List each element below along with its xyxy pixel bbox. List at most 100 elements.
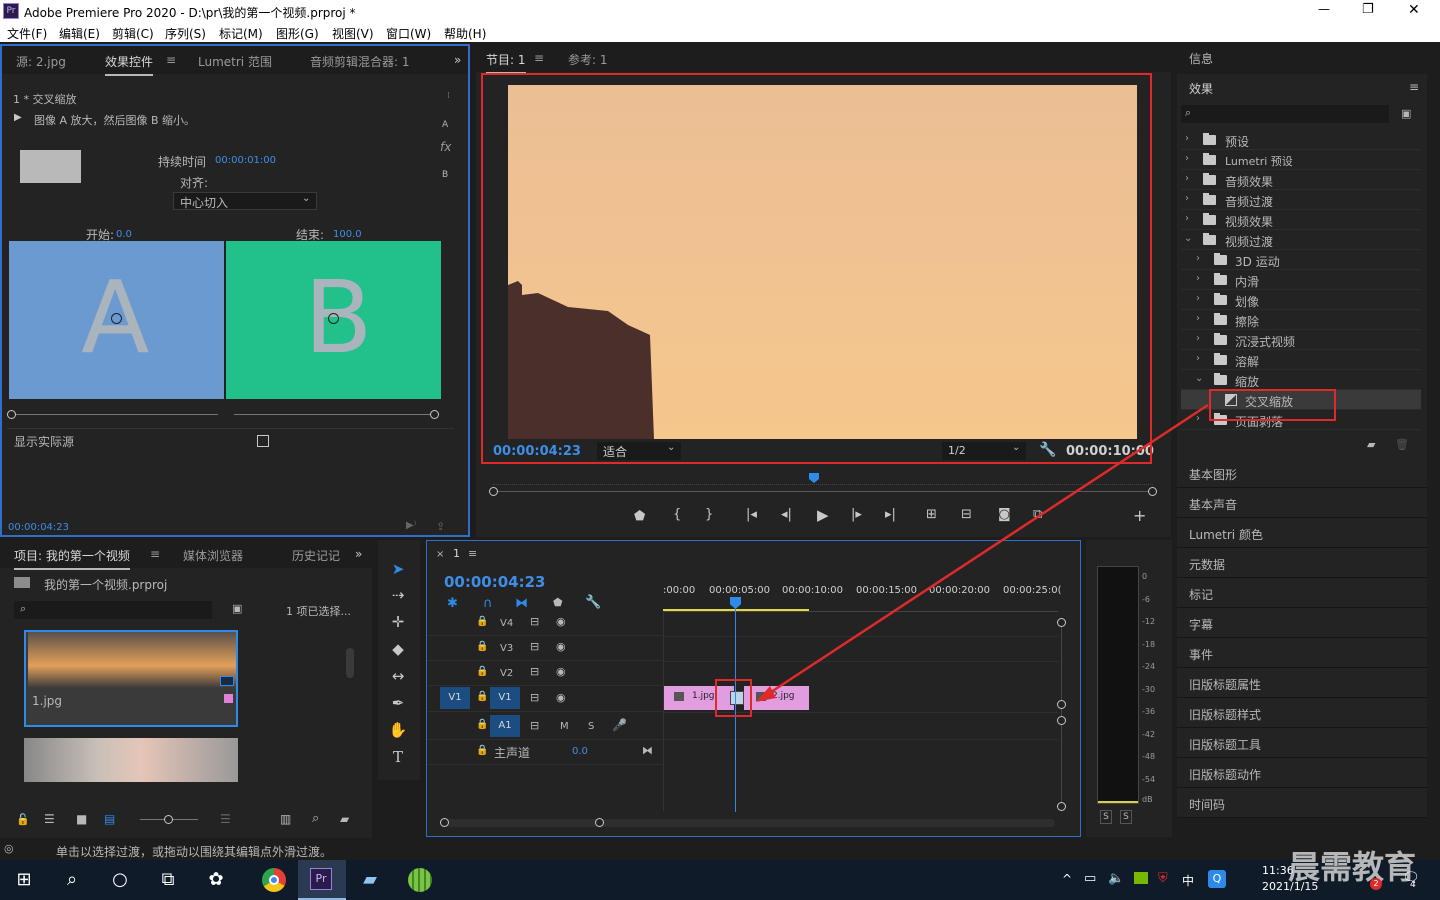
clip-thumbnail-2[interactable] (24, 738, 238, 782)
track-target-a1[interactable]: A1 (490, 715, 520, 737)
more-panels-icon[interactable]: » (355, 547, 362, 561)
effect-controls-timecode[interactable]: 00:00:04:23 (8, 522, 69, 533)
lock-track-icon[interactable]: 🔒 (476, 719, 488, 730)
solo-left[interactable]: S (1100, 810, 1112, 824)
clip-2[interactable]: 2.jpg (744, 686, 809, 710)
mark-in-icon[interactable]: { (673, 507, 681, 522)
menu-clip[interactable]: 剪辑(C) (112, 25, 154, 42)
export-frame-icon[interactable]: ◙ (998, 507, 1011, 522)
sync-lock-icon[interactable]: ⊟ (530, 691, 539, 704)
project-search-input[interactable]: ⌕ (14, 601, 212, 619)
tree-item-lumetri-presets[interactable]: › Lumetri 预设 (1181, 150, 1421, 170)
tab-effect-controls[interactable]: 效果控件 (105, 53, 154, 76)
qq-icon[interactable]: Q (1208, 870, 1226, 888)
panel-legacy-title-styles[interactable]: 旧版标题样式 (1177, 698, 1427, 728)
tab-project[interactable]: 项目: 我的第一个视频 (14, 547, 130, 570)
panel-captions[interactable]: 字幕 (1177, 608, 1427, 638)
start-slider[interactable] (7, 410, 218, 419)
panel-essential-graphics[interactable]: 基本图形 (1177, 458, 1427, 488)
automate-icon[interactable]: ▥ (280, 812, 291, 826)
source-patch-v1[interactable]: V1 (440, 687, 470, 709)
icon-view-icon[interactable]: ■ (76, 812, 87, 826)
razor-tool-icon[interactable]: ◆ (386, 637, 410, 661)
premiere-taskbar-icon[interactable]: Pr (298, 860, 346, 900)
panel-lumetri-color[interactable]: Lumetri 颜色 (1177, 518, 1427, 548)
tab-history[interactable]: 历史记记 (292, 547, 340, 564)
panel-events[interactable]: 事件 (1177, 638, 1427, 668)
program-scrub-bar[interactable] (489, 487, 1157, 496)
track-header-a1[interactable]: 🔒 A1 ⊟ M S 🎤 (428, 714, 662, 740)
ime-indicator[interactable]: 中 (1182, 872, 1194, 889)
end-slider[interactable] (234, 410, 439, 419)
cortana-icon[interactable]: ○ (108, 868, 132, 892)
step-forward-icon[interactable]: |▸ (851, 507, 862, 522)
preview-b[interactable]: B (226, 241, 441, 399)
timeline-menu-icon[interactable]: ≡ (468, 547, 477, 560)
new-custom-bin-icon[interactable]: ▰ (1367, 438, 1375, 451)
pen-tool-icon[interactable]: ✒ (386, 691, 410, 715)
eye-icon[interactable]: ◉ (556, 640, 566, 653)
extract-icon[interactable]: ⊟ (961, 507, 972, 522)
ripple-edit-tool-icon[interactable]: ✛ (386, 610, 410, 634)
sync-lock-icon[interactable]: ⊟ (530, 719, 539, 732)
sync-lock-icon[interactable]: ⊟ (530, 665, 539, 678)
export-icon[interactable]: ⇪ (436, 520, 445, 533)
eye-icon[interactable]: ◉ (556, 665, 566, 678)
tab-audio-clip-mixer[interactable]: 音频剪辑混合器: 1 (310, 53, 410, 70)
lift-icon[interactable]: ⊞ (926, 507, 937, 522)
security-icon[interactable]: ⛨ (1158, 871, 1168, 886)
linked-selection-icon[interactable]: ⧓ (515, 596, 528, 611)
more-panels-icon[interactable]: » (454, 53, 461, 67)
timeline-close-icon[interactable]: × (436, 549, 444, 560)
zoom-slider[interactable] (140, 815, 198, 824)
solo-button[interactable]: S (588, 721, 594, 732)
sync-lock-icon[interactable]: ⊟ (530, 615, 539, 628)
clip-thumbnail-1[interactable]: 1.jpg (24, 630, 238, 727)
track-select-tool-icon[interactable]: ⇢ (386, 583, 410, 607)
lock-icon[interactable]: 🔓 (16, 813, 30, 826)
panel-markers[interactable]: 标记 (1177, 578, 1427, 608)
type-tool-icon[interactable]: T (386, 745, 410, 769)
task-view-icon[interactable]: ⧉ (156, 868, 180, 892)
menu-graphics[interactable]: 图形(G) (276, 25, 319, 42)
lock-track-icon[interactable]: 🔒 (476, 691, 488, 702)
align-select[interactable]: 中心切入 ⌄ (173, 192, 317, 210)
accelerated-effects-icon[interactable]: ▣ (1401, 107, 1411, 120)
go-to-in-icon[interactable]: |◂ (746, 507, 757, 522)
vscroll-handle[interactable] (1057, 716, 1066, 725)
tree-item-dissolve[interactable]: › 溶解 (1181, 350, 1421, 370)
timeline-hscroll[interactable] (440, 818, 1055, 827)
eye-icon[interactable]: ◉ (556, 615, 566, 628)
menu-sequence[interactable]: 序列(S) (165, 25, 206, 42)
info-panel-header[interactable]: 信息 (1177, 44, 1427, 72)
step-back-icon[interactable]: ◂| (781, 507, 792, 522)
play-audio-icon[interactable]: ▶⁾ (406, 520, 416, 531)
menu-file[interactable]: 文件(F) (7, 25, 47, 42)
add-marker-icon[interactable]: ⬟ (553, 596, 563, 609)
end-value[interactable]: 100.0 (333, 229, 362, 240)
tree-item-wipe[interactable]: › 擦除 (1181, 310, 1421, 330)
volume-icon[interactable]: 🔈 (1108, 871, 1124, 886)
tab-reference[interactable]: 参考: 1 (568, 51, 608, 68)
nvidia-icon[interactable] (1134, 872, 1148, 884)
menu-view[interactable]: 视图(V) (332, 25, 374, 42)
freeform-view-icon[interactable]: ▤ (104, 812, 115, 826)
panel-metadata[interactable]: 元数据 (1177, 548, 1427, 578)
tree-item-3d-motion[interactable]: › 3D 运动 (1181, 250, 1421, 270)
scrub-start-handle[interactable] (489, 487, 498, 496)
timeline-timecode[interactable]: 00:00:04:23 (444, 573, 546, 591)
scrub-end-handle[interactable] (1148, 487, 1157, 496)
tab-source[interactable]: 源: 2.jpg (16, 53, 66, 70)
tree-item-immersive-video[interactable]: › 沉浸式视频 (1181, 330, 1421, 350)
solo-right[interactable]: S (1120, 810, 1132, 824)
list-view-icon[interactable]: ☰ (44, 812, 55, 826)
comparison-view-icon[interactable]: ⧉ (1033, 507, 1042, 522)
program-menu-icon[interactable]: ≡ (534, 51, 544, 65)
new-bin-from-search-icon[interactable]: ▣ (232, 602, 242, 615)
tree-item-presets[interactable]: › 预设 (1181, 130, 1421, 150)
tree-item-audio-effects[interactable]: › 音频效果 (1181, 170, 1421, 190)
taskbar-search-icon[interactable]: ⌕ (60, 868, 84, 892)
project-scrollbar[interactable] (346, 648, 354, 678)
ruler-bar[interactable] (663, 596, 1058, 612)
vscroll-handle[interactable] (1057, 802, 1066, 811)
